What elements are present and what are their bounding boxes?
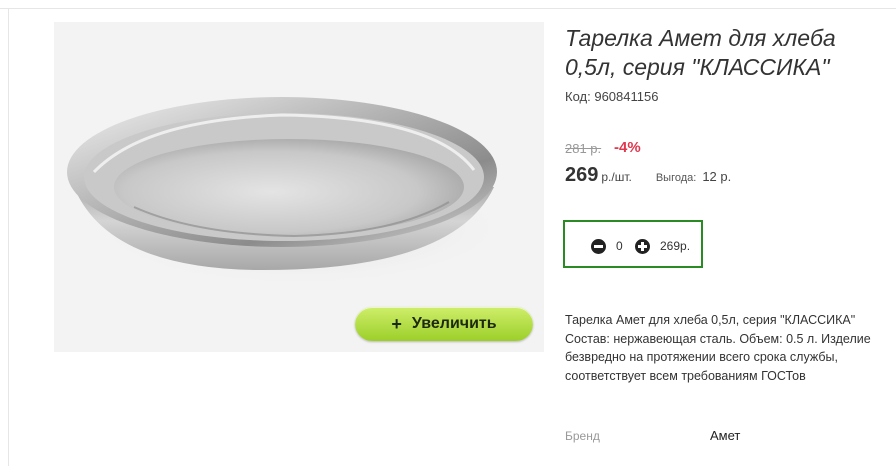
product-code: Код: 960841156 [565, 89, 658, 104]
cart-total: 269р. [660, 239, 691, 253]
product-image[interactable] [54, 22, 544, 352]
plus-circle-icon[interactable] [635, 239, 650, 254]
old-price: 281 р. [565, 141, 602, 156]
brand-value[interactable]: Амет [710, 428, 740, 443]
product-title: Тарелка Амет для хлеба 0,5л, серия "КЛАС… [565, 25, 836, 80]
price-unit: р./шт. [601, 170, 632, 184]
current-price: 269 [565, 164, 599, 186]
savings-label: Выгода: [655, 172, 697, 184]
price-row: 269 р./шт. Выгода: 12 р. [565, 164, 731, 187]
plate-illustration [67, 97, 509, 287]
code-value: 960841156 [594, 89, 659, 104]
code-label: Код: [565, 89, 591, 104]
discount-badge: -4% [614, 139, 641, 156]
left-divider [8, 8, 9, 466]
plus-icon: + [391, 313, 402, 334]
minus-circle-icon[interactable] [591, 239, 606, 254]
quantity-value[interactable]: 0 [616, 239, 623, 253]
zoom-button[interactable]: + Увеличить [355, 307, 533, 341]
product-description: Тарелка Амет для хлеба 0,5л, серия "КЛАС… [565, 313, 871, 383]
brand-label: Бренд [565, 429, 600, 443]
zoom-label: Увеличить [411, 315, 497, 332]
savings-value: 12 р. [702, 169, 732, 184]
top-divider [0, 8, 896, 9]
add-to-cart-box: 0 269р. [563, 220, 703, 268]
